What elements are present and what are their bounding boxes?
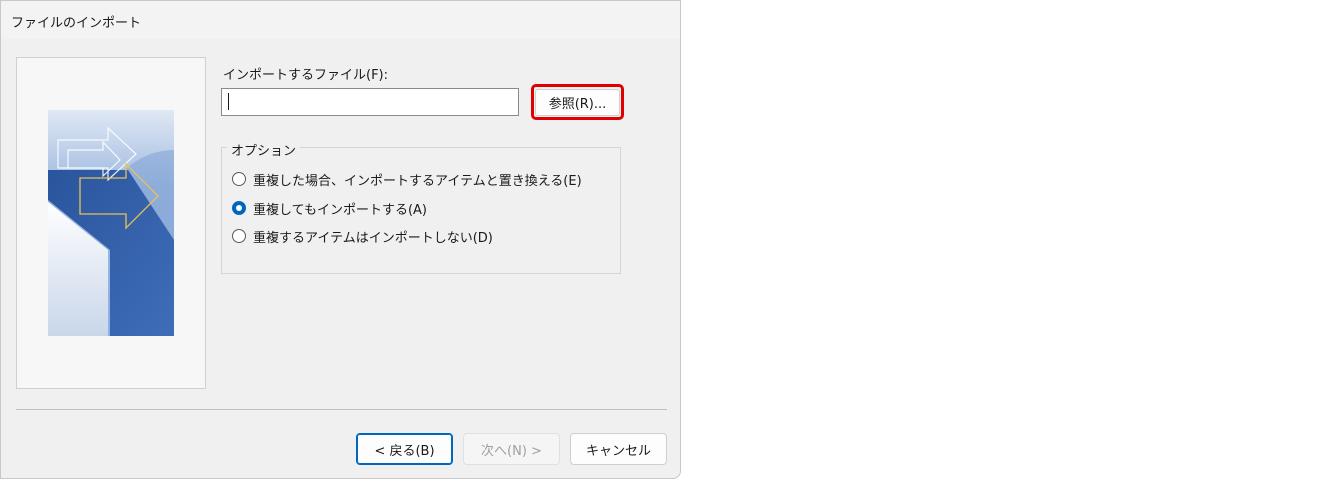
import-file-input[interactable] [221, 88, 519, 116]
option-allow-duplicates[interactable]: 重複してもインポートする(A) [232, 198, 427, 218]
option-label: 重複してもインポートする(A) [253, 202, 427, 218]
option-label: 重複するアイテムはインポートしない(D) [253, 230, 493, 246]
back-button[interactable]: < 戻る(B) [356, 433, 453, 465]
next-button[interactable]: 次へ(N) > [463, 433, 560, 465]
cancel-button[interactable]: キャンセル [570, 433, 667, 465]
radio-replace-duplicates[interactable] [232, 172, 246, 186]
wizard-graphic [48, 110, 174, 336]
window-title: ファイルのインポート [11, 16, 142, 31]
browse-button[interactable]: 参照(R)... [535, 89, 620, 116]
import-file-dialog: ファイルのインポート インポートするファイル(F): 参照(R)... オプショ… [0, 0, 681, 479]
import-file-label: インポートするファイル(F): [223, 68, 389, 83]
footer-separator [16, 409, 667, 410]
option-skip-duplicates[interactable]: 重複するアイテムはインポートしない(D) [232, 226, 493, 246]
radio-allow-duplicates[interactable] [232, 201, 246, 215]
options-legend: オプション [227, 140, 301, 159]
option-label: 重複した場合、インポートするアイテムと置き換える(E) [253, 173, 582, 189]
radio-skip-duplicates[interactable] [232, 229, 246, 243]
option-replace-duplicates[interactable]: 重複した場合、インポートするアイテムと置き換える(E) [232, 169, 582, 189]
title-bar: ファイルのインポート [1, 1, 680, 39]
wizard-side-panel [16, 57, 206, 389]
text-caret [228, 93, 229, 110]
